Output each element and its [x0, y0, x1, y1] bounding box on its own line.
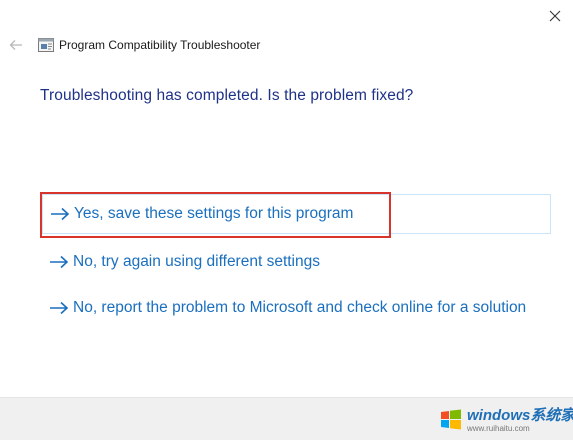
windows-logo-icon [441, 409, 461, 430]
arrow-right-icon [50, 301, 69, 315]
arrow-right-icon [50, 255, 69, 269]
back-arrow-icon [9, 40, 22, 50]
option-try-again[interactable]: No, try again using different settings [42, 242, 551, 282]
result-question: Troubleshooting has completed. Is the pr… [40, 87, 414, 104]
close-icon [549, 10, 561, 22]
back-button[interactable] [6, 36, 26, 54]
option-label: No, report the problem to Microsoft and … [73, 299, 527, 316]
option-label: No, try again using different settings [73, 253, 320, 270]
close-button[interactable] [540, 2, 570, 30]
watermark-url: www.ruihaitu.com [467, 423, 530, 433]
option-label: Yes, save these settings for this progra… [74, 205, 354, 222]
troubleshooter-app-icon [38, 38, 54, 52]
option-report-problem[interactable]: No, report the problem to Microsoft and … [42, 288, 551, 328]
watermark: windows系统家园 www.ruihaitu.com [438, 403, 573, 437]
window-title: Program Compatibility Troubleshooter [59, 38, 261, 52]
troubleshooter-window: Program Compatibility Troubleshooter Tro… [0, 0, 573, 440]
arrow-right-icon [51, 207, 70, 221]
option-save-settings[interactable]: Yes, save these settings for this progra… [42, 194, 551, 234]
watermark-main-text: windows系统家园 [467, 406, 573, 424]
